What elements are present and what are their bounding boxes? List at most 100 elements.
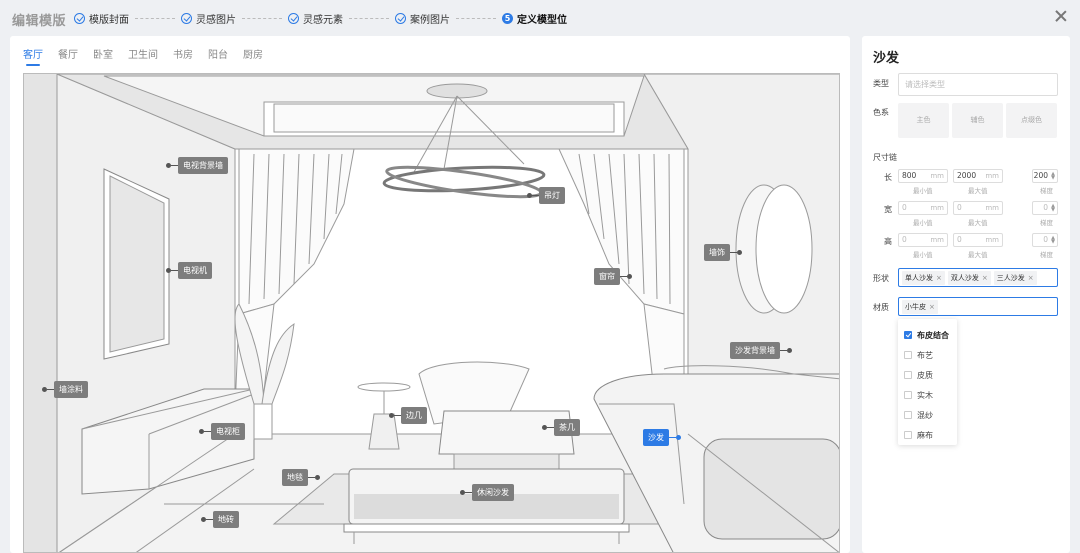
shape-chip: 单人沙发 × <box>902 270 945 285</box>
step-label: 定义模型位 <box>517 15 567 26</box>
width-label: 宽 <box>884 205 892 214</box>
length-min-input[interactable]: 800 mm <box>898 169 948 183</box>
type-label: 类型 <box>873 79 889 88</box>
tab-study[interactable]: 书房 <box>173 46 193 66</box>
material-label: 材质 <box>873 303 889 312</box>
checkbox-icon <box>904 331 912 339</box>
material-dropdown: 布皮结合 布艺 皮质 实木 混纱 麻布 <box>898 319 957 445</box>
close-icon[interactable] <box>1054 9 1068 23</box>
checkbox-icon <box>904 411 912 419</box>
material-chip: 小牛皮 × <box>902 299 938 314</box>
material-option[interactable]: 实木 <box>898 385 957 405</box>
checkbox-icon <box>904 431 912 439</box>
material-option[interactable]: 布艺 <box>898 345 957 365</box>
tag-chandelier[interactable]: 吊灯 <box>527 187 565 204</box>
step-divider <box>242 18 282 19</box>
tag-wall-paint[interactable]: 墙涂料 <box>42 381 88 398</box>
tag-floor-tile[interactable]: 地砖 <box>201 511 239 528</box>
remove-chip-icon[interactable]: × <box>1028 274 1034 282</box>
material-option[interactable]: 布皮结合 <box>898 325 957 345</box>
tab-bedroom[interactable]: 卧室 <box>93 46 113 66</box>
tag-wall-deco[interactable]: 墙饰 <box>704 244 742 261</box>
tab-kitchen[interactable]: 厨房 <box>243 46 263 66</box>
tag-lounge-sofa[interactable]: 休闲沙发 <box>460 484 514 501</box>
step-cover[interactable]: 模版封面 <box>74 11 129 26</box>
room-illustration: 电视背景墙 电视机 吊灯 墙饰 窗帘 沙发背景墙 墙涂料 边几 茶几 电视柜 沙… <box>23 73 840 553</box>
shape-chip: 双人沙发 × <box>947 270 991 285</box>
checkbox-icon <box>904 391 912 399</box>
length-max-input[interactable]: 2000 mm <box>953 169 1003 183</box>
step-divider <box>349 18 389 19</box>
size-chain-label: 尺寸链 <box>873 153 897 162</box>
tag-coffee-table[interactable]: 茶几 <box>542 419 580 436</box>
page-title: 编辑模版 <box>12 14 67 29</box>
step-case-images[interactable]: 案例图片 <box>395 11 450 26</box>
step-caption: 梯度 <box>1040 187 1053 195</box>
tag-tv-wall[interactable]: 电视背景墙 <box>166 157 228 174</box>
stepper-nav: 模版封面 灵感图片 灵感元素 案例图片 5 定义模型位 <box>74 11 567 26</box>
material-option[interactable]: 混纱 <box>898 405 957 425</box>
step-label: 灵感元素 <box>303 15 343 26</box>
step-label: 模版封面 <box>89 15 129 26</box>
step-caption: 梯度 <box>1040 251 1053 259</box>
shape-label: 形状 <box>873 274 889 283</box>
primary-color-slot[interactable]: 主色 <box>898 103 949 138</box>
tab-dining-room[interactable]: 餐厅 <box>58 46 78 66</box>
check-circle-icon <box>395 13 406 24</box>
height-min-input[interactable]: 0 mm <box>898 233 948 247</box>
type-select[interactable]: 请选择类型 <box>898 73 1058 96</box>
step-divider <box>456 18 496 19</box>
step-caption: 梯度 <box>1040 219 1053 227</box>
material-option[interactable]: 麻布 <box>898 425 957 445</box>
step-label: 灵感图片 <box>196 15 236 26</box>
tag-tv[interactable]: 电视机 <box>166 262 212 279</box>
height-label: 高 <box>884 237 892 246</box>
check-circle-icon <box>74 13 85 24</box>
properties-panel: 沙发 类型 请选择类型 色系 主色 辅色 点缀色 尺寸链 长 800 mm 200… <box>862 36 1070 553</box>
check-circle-icon <box>288 13 299 24</box>
tag-rug[interactable]: 地毯 <box>282 469 320 486</box>
height-step-input[interactable]: 0 ▲ ▼ <box>1032 233 1058 247</box>
material-multiselect[interactable]: 小牛皮 × <box>898 297 1058 316</box>
step-inspiration-images[interactable]: 灵感图片 <box>181 11 236 26</box>
material-option[interactable]: 皮质 <box>898 365 957 385</box>
width-max-input[interactable]: 0 mm <box>953 201 1003 215</box>
tab-living-room[interactable]: 客厅 <box>23 46 43 66</box>
width-step-input[interactable]: 0 ▲ ▼ <box>1032 201 1058 215</box>
secondary-color-slot[interactable]: 辅色 <box>952 103 1003 138</box>
tag-sofa-wall[interactable]: 沙发背景墙 <box>730 342 792 359</box>
step-divider <box>135 18 175 19</box>
room-tabs: 客厅 餐厅 卧室 卫生间 书房 阳台 厨房 <box>23 46 263 66</box>
tag-side-table[interactable]: 边几 <box>389 407 427 424</box>
length-step-input[interactable]: 200 ▲ ▼ <box>1032 169 1058 183</box>
max-caption: 最大值 <box>968 251 988 259</box>
tag-tv-cabinet[interactable]: 电视柜 <box>199 423 245 440</box>
step-label: 案例图片 <box>410 15 450 26</box>
tab-balcony[interactable]: 阳台 <box>208 46 228 66</box>
header: 编辑模版 模版封面 灵感图片 灵感元素 案例图片 5 定义模型位 <box>0 0 1080 36</box>
remove-chip-icon[interactable]: × <box>982 274 988 282</box>
checkbox-icon <box>904 371 912 379</box>
width-min-input[interactable]: 0 mm <box>898 201 948 215</box>
remove-chip-icon[interactable]: × <box>929 303 935 311</box>
color-label: 色系 <box>873 108 889 117</box>
step-number: 5 <box>502 13 513 24</box>
panel-title: 沙发 <box>873 51 900 66</box>
min-caption: 最小值 <box>913 187 933 195</box>
step-inspiration-elements[interactable]: 灵感元素 <box>288 11 343 26</box>
shape-chip: 三人沙发 × <box>993 270 1037 285</box>
min-caption: 最小值 <box>913 219 933 227</box>
scene-panel: 客厅 餐厅 卧室 卫生间 书房 阳台 厨房 电视背景墙 电视机 吊灯 墙饰 窗帘… <box>10 36 850 553</box>
tag-curtain[interactable]: 窗帘 <box>594 268 632 285</box>
remove-chip-icon[interactable]: × <box>936 274 942 282</box>
accent-color-slot[interactable]: 点缀色 <box>1006 103 1057 138</box>
max-caption: 最大值 <box>968 219 988 227</box>
tag-sofa[interactable]: 沙发 <box>643 429 681 446</box>
tab-bathroom[interactable]: 卫生间 <box>128 46 158 66</box>
shape-multiselect[interactable]: 单人沙发 × 双人沙发 × 三人沙发 × <box>898 268 1058 287</box>
check-circle-icon <box>181 13 192 24</box>
step-define-model[interactable]: 5 定义模型位 <box>502 11 567 26</box>
checkbox-icon <box>904 351 912 359</box>
height-max-input[interactable]: 0 mm <box>953 233 1003 247</box>
min-caption: 最小值 <box>913 251 933 259</box>
